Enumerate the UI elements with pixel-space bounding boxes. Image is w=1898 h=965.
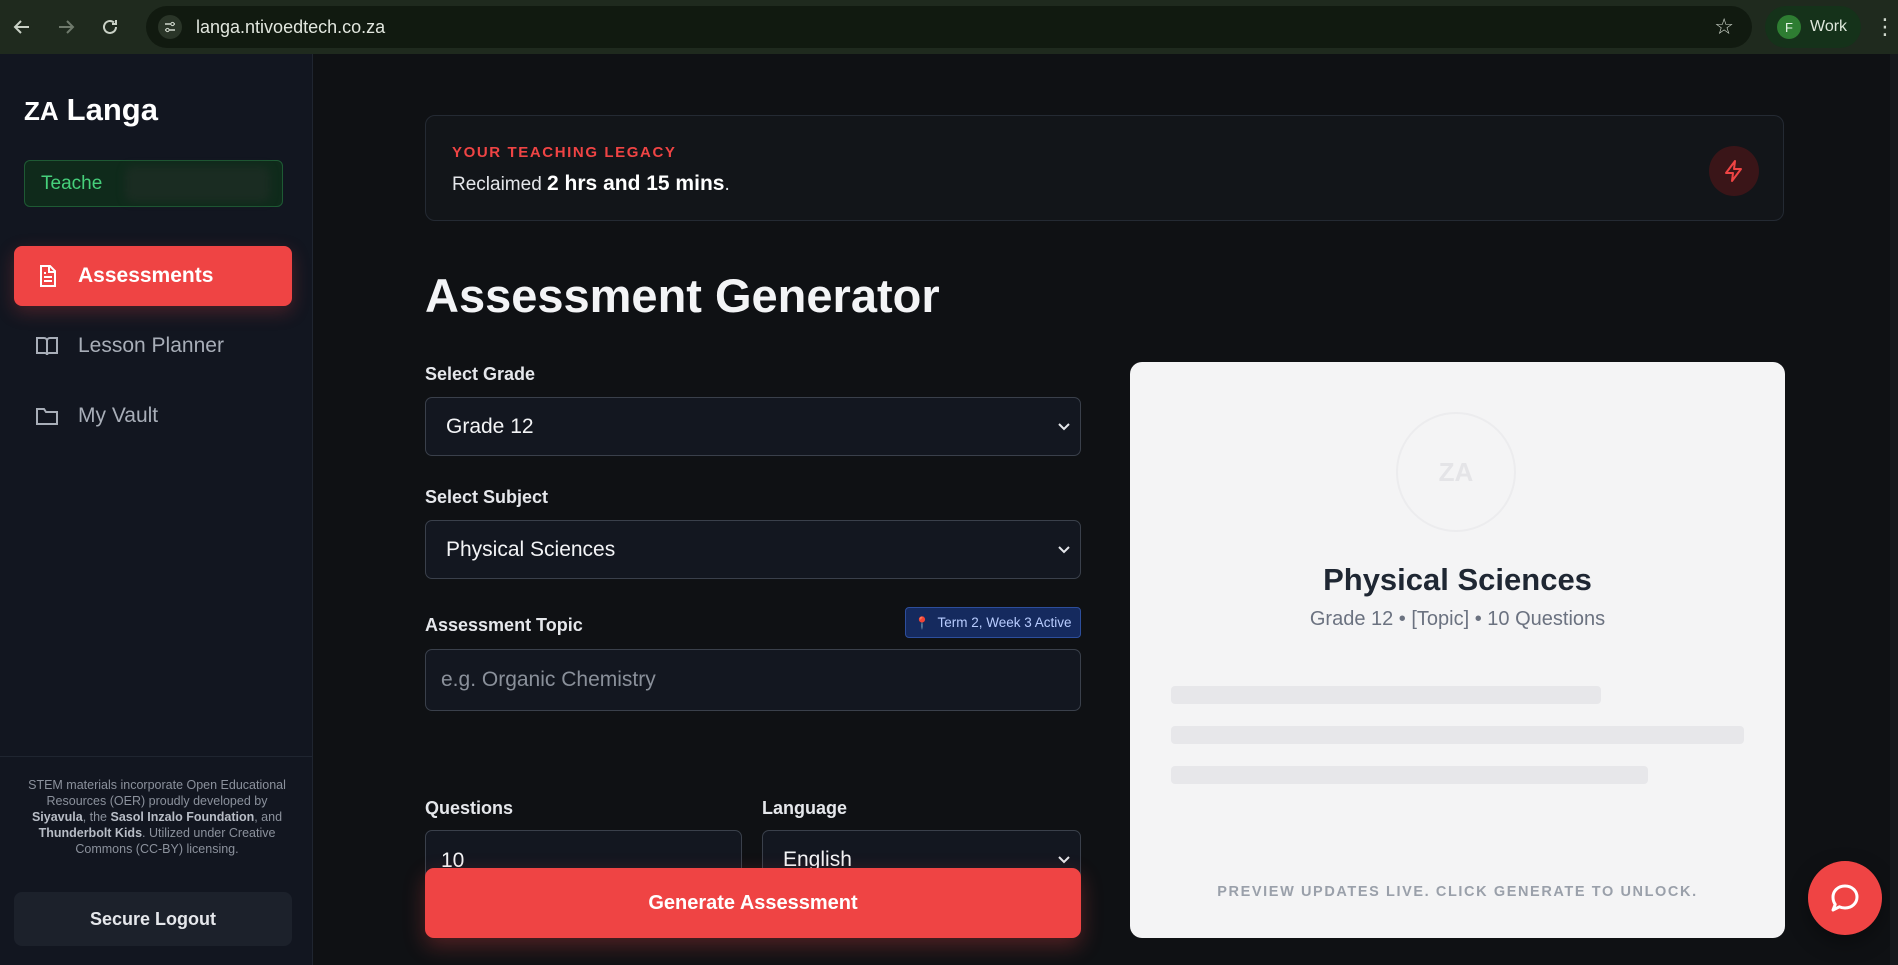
page-title: Assessment Generator (425, 269, 940, 322)
term-badge: 📍 Term 2, Week 3 Active (905, 607, 1081, 638)
subject-label: Select Subject (425, 487, 549, 507)
folder-icon (34, 403, 60, 429)
reload-icon[interactable] (88, 0, 132, 54)
profile-name: Work (1810, 18, 1848, 35)
book-icon (34, 333, 60, 359)
chevron-down-icon (1058, 423, 1070, 431)
grade-label: Select Grade (425, 364, 536, 384)
credits-org: Sasol Inzalo Foundation (110, 810, 255, 824)
address-bar[interactable]: langa.ntivoedtech.co.za ☆ (146, 6, 1752, 48)
document-icon (34, 263, 60, 289)
redacted-name (125, 166, 270, 202)
assessment-preview-card: ZA Physical Sciences Grade 12 • [Topic] … (1130, 362, 1785, 938)
term-badge-text: Term 2, Week 3 Active (937, 615, 1072, 630)
sidebar-item-lesson-planner[interactable]: Lesson Planner (14, 316, 292, 376)
secure-logout-button[interactable]: Secure Logout (14, 892, 292, 946)
browser-menu-icon[interactable]: ⋮ (1872, 0, 1898, 54)
bookmark-star-icon[interactable]: ☆ (1714, 14, 1734, 40)
skeleton-line (1171, 726, 1744, 744)
generate-assessment-button[interactable]: Generate Assessment (425, 868, 1081, 938)
credits-org: Siyavula (31, 810, 83, 824)
lightning-icon (1709, 146, 1759, 196)
questions-label: Questions (425, 798, 514, 818)
preview-title: Physical Sciences (1323, 562, 1592, 597)
sidebar-item-label: My Vault (78, 404, 159, 427)
preview-watermark-logo: ZA (1396, 412, 1516, 532)
credits-text: , the (82, 810, 111, 824)
skeleton-line (1171, 686, 1601, 704)
profile-chip[interactable]: F Work (1765, 6, 1861, 48)
back-icon[interactable] (0, 0, 44, 54)
skeleton-line (1171, 766, 1648, 784)
preview-footer: PREVIEW UPDATES LIVE. CLICK GENERATE TO … (1217, 884, 1698, 900)
chat-bubble-icon (1831, 884, 1859, 912)
sidebar-item-my-vault[interactable]: My Vault (14, 386, 292, 446)
sidebar: ZA Langa Teache Assessments Lesson Plann… (0, 54, 313, 965)
topic-placeholder: e.g. Organic Chemistry (441, 668, 656, 691)
sidebar-item-label: Assessments (78, 264, 214, 287)
grade-value: Grade 12 (446, 414, 534, 438)
chevron-down-icon (1058, 546, 1070, 554)
legacy-suffix: . (724, 174, 730, 195)
main-content: YOUR TEACHING LEGACY Reclaimed 2 hrs and… (314, 54, 1898, 965)
credits-text: STEM materials incorporate Open Educatio… (28, 778, 286, 808)
brand-name: Langa (66, 92, 158, 127)
legacy-prefix: Reclaimed (452, 174, 542, 195)
sidebar-item-assessments[interactable]: Assessments (14, 246, 292, 306)
credits-text: , and (254, 810, 283, 824)
teaching-legacy-card: YOUR TEACHING LEGACY Reclaimed 2 hrs and… (425, 115, 1784, 221)
sidebar-divider (0, 756, 313, 757)
pin-icon: 📍 (914, 615, 930, 630)
legacy-kicker: YOUR TEACHING LEGACY (452, 144, 677, 161)
legacy-text: Reclaimed 2 hrs and 15 mins. (452, 172, 730, 196)
time-reclaimed: 2 hrs and 15 mins (547, 172, 725, 195)
oer-credits: STEM materials incorporate Open Educatio… (24, 777, 290, 857)
credits-org: Thunderbolt Kids (38, 826, 143, 840)
forward-icon[interactable] (44, 0, 88, 54)
language-label: Language (762, 798, 848, 818)
page-scrollbar[interactable] (1890, 54, 1898, 965)
teacher-badge: Teache (24, 160, 283, 207)
profile-avatar: F (1777, 15, 1801, 39)
topic-input[interactable]: e.g. Organic Chemistry (425, 649, 1081, 711)
teacher-label: Teache (41, 172, 103, 194)
topic-label: Assessment Topic (425, 615, 583, 635)
grade-select[interactable]: Grade 12 (425, 397, 1081, 456)
chevron-down-icon (1058, 856, 1070, 864)
sidebar-item-label: Lesson Planner (78, 334, 224, 357)
chat-button[interactable] (1808, 861, 1882, 935)
url-text: langa.ntivoedtech.co.za (196, 16, 386, 37)
subject-select[interactable]: Physical Sciences (425, 520, 1081, 579)
brand-logo[interactable]: ZA Langa (24, 92, 158, 128)
site-info-icon[interactable] (158, 15, 182, 39)
subject-value: Physical Sciences (446, 537, 616, 561)
brand-flag: ZA (24, 96, 59, 126)
preview-meta: Grade 12 • [Topic] • 10 Questions (1309, 608, 1606, 630)
